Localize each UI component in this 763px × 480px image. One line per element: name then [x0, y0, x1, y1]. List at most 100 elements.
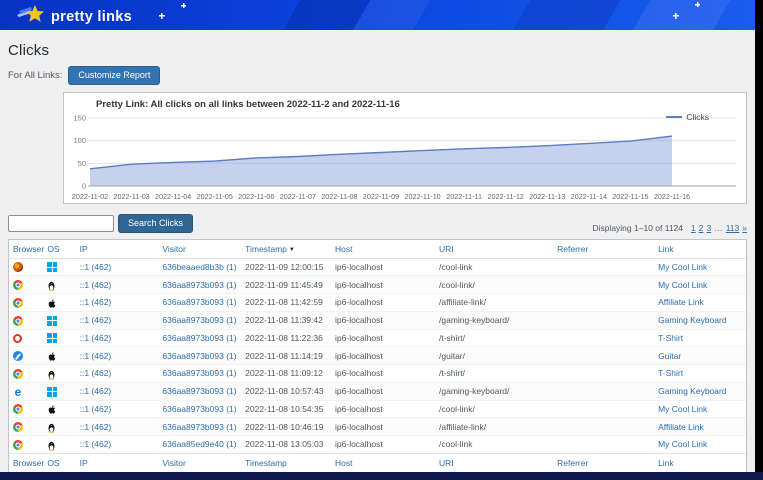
svg-text:2022-11-07: 2022-11-07: [280, 192, 316, 201]
column-header-timestamp[interactable]: Timestamp▼: [241, 240, 331, 259]
link-cell: Guitar: [654, 347, 746, 365]
column-header-referrer[interactable]: Referrer: [553, 240, 654, 259]
column-header-timestamp[interactable]: Timestamp: [241, 453, 331, 472]
column-header-link[interactable]: Link: [654, 453, 746, 472]
pretty-link[interactable]: My Cool Link: [658, 280, 707, 290]
column-header-link[interactable]: Link: [654, 240, 746, 259]
chrome-browser-icon: [13, 316, 23, 326]
column-header-referrer[interactable]: Referrer: [553, 453, 654, 472]
browser-cell: [9, 347, 43, 365]
visitor-link[interactable]: 636aa8973b093 (1): [162, 404, 236, 414]
column-header-host[interactable]: Host: [331, 453, 435, 472]
visitor-link[interactable]: 636aa85ed9e40 (1): [162, 439, 236, 449]
browser-cell: [9, 382, 43, 400]
visitor-link[interactable]: 636aa8973b093 (1): [162, 297, 236, 307]
column-header-visitor[interactable]: Visitor: [158, 240, 241, 259]
column-header-host[interactable]: Host: [331, 240, 435, 259]
visitor-link[interactable]: 636aa8973b093 (1): [162, 351, 236, 361]
column-header-uri[interactable]: URI: [435, 240, 553, 259]
svg-text:2022-11-06: 2022-11-06: [238, 192, 274, 201]
page-link[interactable]: 1: [691, 223, 696, 233]
ip-link[interactable]: ::1 (462): [80, 386, 112, 396]
pretty-link[interactable]: Affiliate Link: [658, 422, 704, 432]
visitor-link[interactable]: 636aa8973b093 (1): [162, 368, 236, 378]
column-header-browser[interactable]: Browser: [9, 453, 43, 472]
pretty-link[interactable]: My Cool Link: [658, 404, 707, 414]
browser-cell: [9, 329, 43, 347]
pretty-link[interactable]: Affiliate Link: [658, 297, 704, 307]
column-header-uri[interactable]: URI: [435, 453, 553, 472]
search-input[interactable]: [8, 215, 114, 232]
host-cell: ip6-localhost: [331, 365, 435, 383]
table-row: ::1 (462)636aa85ed9e40 (1)2022-11-08 13:…: [9, 436, 746, 454]
ip-link[interactable]: ::1 (462): [80, 351, 112, 361]
svg-text:2022-11-11: 2022-11-11: [446, 192, 482, 201]
visitor-cell: 636aa8973b093 (1): [158, 294, 241, 312]
pretty-link[interactable]: Gaming Keyboard: [658, 315, 727, 325]
ip-link[interactable]: ::1 (462): [80, 315, 112, 325]
ip-cell: ::1 (462): [76, 365, 159, 383]
page-link[interactable]: 2: [699, 223, 704, 233]
customize-report-button[interactable]: Customize Report: [68, 66, 160, 85]
svg-text:2022-11-05: 2022-11-05: [197, 192, 233, 201]
visitor-link[interactable]: 636aa8973b093 (1): [162, 280, 236, 290]
uri-cell: /cool-link: [435, 436, 553, 454]
svg-text:2022-11-04: 2022-11-04: [155, 192, 191, 201]
ip-link[interactable]: ::1 (462): [80, 280, 112, 290]
visitor-link[interactable]: 636beaaed8b3b (1): [162, 262, 236, 272]
table-row: ::1 (462)636aa8973b093 (1)2022-11-08 11:…: [9, 311, 746, 329]
timestamp-cell: 2022-11-08 11:42:59: [241, 294, 331, 312]
chrome-browser-icon: [13, 369, 23, 379]
visitor-cell: 636aa8973b093 (1): [158, 276, 241, 294]
ip-link[interactable]: ::1 (462): [80, 262, 112, 272]
chart-legend: Clicks: [666, 112, 709, 122]
column-header-ip[interactable]: IP: [76, 240, 159, 259]
os-cell: [43, 276, 75, 294]
for-all-links-label: For All Links:: [8, 70, 62, 81]
visitor-cell: 636aa8973b093 (1): [158, 365, 241, 383]
visitor-link[interactable]: 636aa8973b093 (1): [162, 386, 236, 396]
linux-os-icon: [47, 440, 57, 450]
search-clicks-button[interactable]: Search Clicks: [118, 214, 193, 233]
pretty-link[interactable]: Guitar: [658, 351, 681, 361]
ip-link[interactable]: ::1 (462): [80, 333, 112, 343]
last-page-link[interactable]: 113: [726, 223, 740, 233]
uri-cell: /gaming-keyboard/: [435, 311, 553, 329]
pretty-link[interactable]: Gaming Keyboard: [658, 386, 727, 396]
ip-cell: ::1 (462): [76, 294, 159, 312]
column-header-os[interactable]: OS: [43, 453, 75, 472]
visitor-cell: 636aa8973b093 (1): [158, 418, 241, 436]
column-header-browser[interactable]: Browser: [9, 240, 43, 259]
content: Clicks For All Links: Customize Report P…: [0, 30, 755, 472]
column-header-os[interactable]: OS: [43, 240, 75, 259]
chrome-browser-icon: [13, 280, 23, 290]
svg-text:2022-11-09: 2022-11-09: [363, 192, 399, 201]
visitor-link[interactable]: 636aa8973b093 (1): [162, 422, 236, 432]
os-cell: [43, 258, 75, 276]
page-link[interactable]: 3: [706, 223, 711, 233]
visitor-link[interactable]: 636aa8973b093 (1): [162, 315, 236, 325]
visitor-link[interactable]: 636aa8973b093 (1): [162, 333, 236, 343]
table-row: ::1 (462)636aa8973b093 (1)2022-11-08 11:…: [9, 329, 746, 347]
ip-link[interactable]: ::1 (462): [80, 404, 112, 414]
visitor-cell: 636aa8973b093 (1): [158, 382, 241, 400]
referrer-cell: [553, 347, 654, 365]
column-header-ip[interactable]: IP: [76, 453, 159, 472]
linux-os-icon: [47, 280, 57, 290]
svg-text:2022-11-16: 2022-11-16: [654, 192, 690, 201]
pretty-link[interactable]: My Cool Link: [658, 439, 707, 449]
chrome-browser-icon: [13, 422, 23, 432]
pretty-link[interactable]: T-Shirt: [658, 333, 683, 343]
ip-link[interactable]: ::1 (462): [80, 368, 112, 378]
column-header-visitor[interactable]: Visitor: [158, 453, 241, 472]
host-cell: ip6-localhost: [331, 418, 435, 436]
ip-link[interactable]: ::1 (462): [80, 422, 112, 432]
ip-link[interactable]: ::1 (462): [80, 297, 112, 307]
pretty-link[interactable]: T-Shirt: [658, 368, 683, 378]
timestamp-cell: 2022-11-08 11:09:12: [241, 365, 331, 383]
uri-cell: /t-shirt/: [435, 329, 553, 347]
pretty-link[interactable]: My Cool Link: [658, 262, 707, 272]
host-cell: ip6-localhost: [331, 294, 435, 312]
next-page-link[interactable]: »: [742, 223, 747, 233]
ip-link[interactable]: ::1 (462): [80, 439, 112, 449]
